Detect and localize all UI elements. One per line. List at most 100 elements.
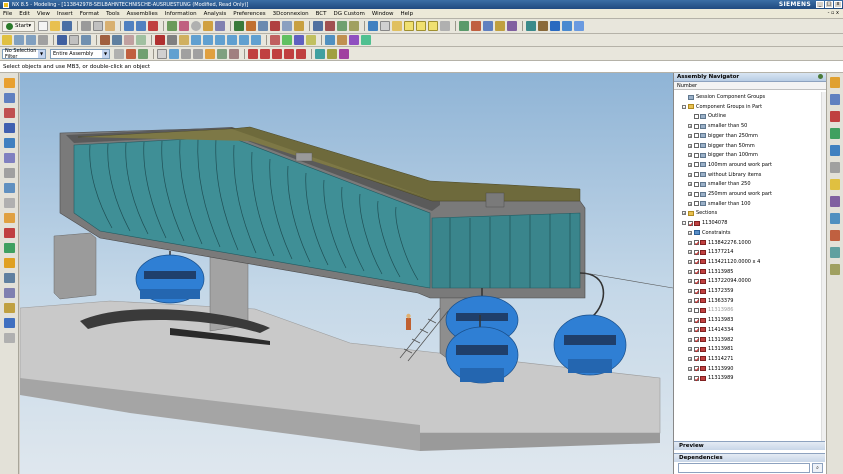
point-on-face-icon[interactable] (296, 48, 306, 59)
paste-icon[interactable] (105, 21, 116, 31)
dependencies-list[interactable] (678, 463, 810, 473)
parts-navigator-icon[interactable] (3, 93, 15, 103)
visibility-checkbox[interactable] (694, 143, 699, 148)
visibility-checkbox[interactable] (694, 259, 699, 265)
expand-toggle-icon[interactable]: + (688, 143, 692, 148)
visibility-checkbox[interactable] (694, 123, 699, 129)
rotate-icon[interactable] (26, 35, 36, 45)
menu-bct[interactable]: BCT (316, 11, 327, 17)
tangent-point-icon[interactable] (260, 48, 270, 59)
tree-node[interactable]: +11313986 (674, 306, 733, 314)
dependencies-section[interactable]: Dependencies (674, 453, 825, 462)
visibility-checkbox[interactable] (694, 181, 699, 187)
delete-icon[interactable] (148, 21, 159, 31)
edge-blend-icon[interactable] (313, 21, 324, 31)
grid-icon[interactable] (440, 21, 451, 31)
extrude-icon[interactable] (234, 21, 245, 31)
menu-information[interactable]: Information (165, 11, 197, 17)
visibility-checkbox[interactable] (694, 133, 699, 139)
expand-toggle-icon[interactable]: + (688, 279, 692, 284)
process-tab-icon[interactable] (830, 213, 840, 224)
fit-icon[interactable] (2, 35, 12, 45)
expand-toggle-icon[interactable]: + (688, 182, 692, 187)
expand-toggle-icon[interactable]: - (682, 104, 686, 109)
trimetric-icon[interactable] (100, 35, 110, 45)
snap-point-icon[interactable] (179, 35, 189, 45)
intersect-icon[interactable] (294, 21, 305, 31)
reflection-icon[interactable] (361, 35, 371, 45)
constraint-navigator-icon[interactable] (3, 123, 15, 133)
settings-icon[interactable] (3, 333, 15, 343)
visibility-checkbox[interactable] (694, 375, 699, 381)
close-button[interactable]: x (834, 1, 842, 8)
expand-toggle-icon[interactable]: + (688, 259, 692, 264)
expand-toggle-icon[interactable]: + (688, 366, 692, 371)
zoom-icon[interactable] (574, 21, 585, 31)
zoom-in-icon[interactable] (14, 35, 24, 45)
face-rule-icon[interactable] (327, 48, 337, 59)
constraint-navigator-tab-icon[interactable] (830, 94, 840, 105)
hd3d-tools-icon[interactable] (3, 153, 15, 163)
analysis-icon[interactable] (325, 35, 335, 45)
tree-node[interactable]: +11363379 (674, 297, 733, 305)
select-features-icon[interactable] (306, 35, 316, 45)
undo-icon[interactable] (124, 21, 135, 31)
tree-node[interactable]: + Sections (674, 209, 717, 217)
visibility-checkbox[interactable] (694, 327, 699, 333)
move-component-icon[interactable] (471, 21, 482, 31)
history-palette-icon[interactable] (3, 183, 15, 193)
body-filter-icon[interactable] (193, 48, 203, 59)
expand-toggle-icon[interactable]: + (688, 337, 692, 342)
menu-edit[interactable]: Edit (19, 11, 30, 17)
visibility-checkbox[interactable] (694, 191, 699, 197)
deviation-icon[interactable] (337, 35, 347, 45)
tree-node[interactable]: + bigger than 100mm (674, 151, 758, 159)
tree-node[interactable]: +11313989 (674, 374, 733, 382)
revolve-icon[interactable] (246, 21, 257, 31)
select-bodies-icon[interactable] (294, 35, 304, 45)
component-filter-icon[interactable] (229, 48, 239, 59)
shaded-with-edges-icon[interactable] (57, 35, 67, 45)
visibility-checkbox[interactable] (694, 288, 699, 294)
chamfer-icon[interactable] (325, 21, 336, 31)
expand-toggle-icon[interactable]: - (682, 221, 686, 226)
expand-toggle-icon[interactable]: + (688, 269, 692, 274)
visibility-checkbox[interactable] (694, 307, 699, 313)
redo-icon[interactable] (136, 21, 147, 31)
menu-insert[interactable]: Insert (57, 11, 73, 17)
curve-filter-icon[interactable] (169, 48, 179, 59)
shell-icon[interactable] (337, 21, 348, 31)
pin-icon[interactable] (818, 74, 823, 79)
history-icon[interactable] (3, 78, 15, 88)
expand-toggle-icon[interactable]: + (688, 153, 692, 158)
system-materials-icon[interactable] (3, 198, 15, 208)
part-navigator-tab-icon[interactable] (830, 111, 840, 122)
history-tab-icon[interactable] (830, 179, 840, 190)
assembly-constraint-icon[interactable] (483, 21, 494, 31)
front-view-icon[interactable] (124, 35, 134, 45)
select-all-icon[interactable] (114, 48, 124, 59)
process-studio-icon[interactable] (3, 213, 15, 223)
tree-node[interactable]: + smaller than 50 (674, 122, 747, 130)
start-button[interactable]: Start▾ (2, 20, 36, 32)
selection-scope-dropdown[interactable]: Entire Assembly ▼ (50, 48, 110, 59)
arc-icon[interactable] (179, 21, 190, 31)
visibility-checkbox[interactable] (694, 298, 699, 304)
preview-section[interactable]: Preview (674, 441, 825, 450)
top-view-icon[interactable] (136, 35, 146, 45)
roles-icon[interactable] (3, 243, 15, 253)
assembly-navigator-tab-icon[interactable] (830, 77, 840, 88)
menu-format[interactable]: Format (80, 11, 99, 17)
menu-analysis[interactable]: Analysis (204, 11, 227, 17)
explode-icon[interactable] (507, 21, 518, 31)
expand-toggle-icon[interactable]: + (688, 172, 692, 177)
expand-toggle-icon[interactable]: + (688, 347, 692, 352)
tree-node[interactable]: Outline (674, 112, 726, 120)
sticky-note-icon[interactable] (416, 21, 427, 31)
minimize-button[interactable]: _ (816, 1, 824, 8)
palette-icon[interactable] (3, 288, 15, 298)
view-icon[interactable] (3, 318, 15, 328)
tree-node[interactable]: +11377214 (674, 248, 733, 256)
visibility-checkbox[interactable] (694, 240, 699, 245)
drafting-tools-icon[interactable] (3, 273, 15, 283)
